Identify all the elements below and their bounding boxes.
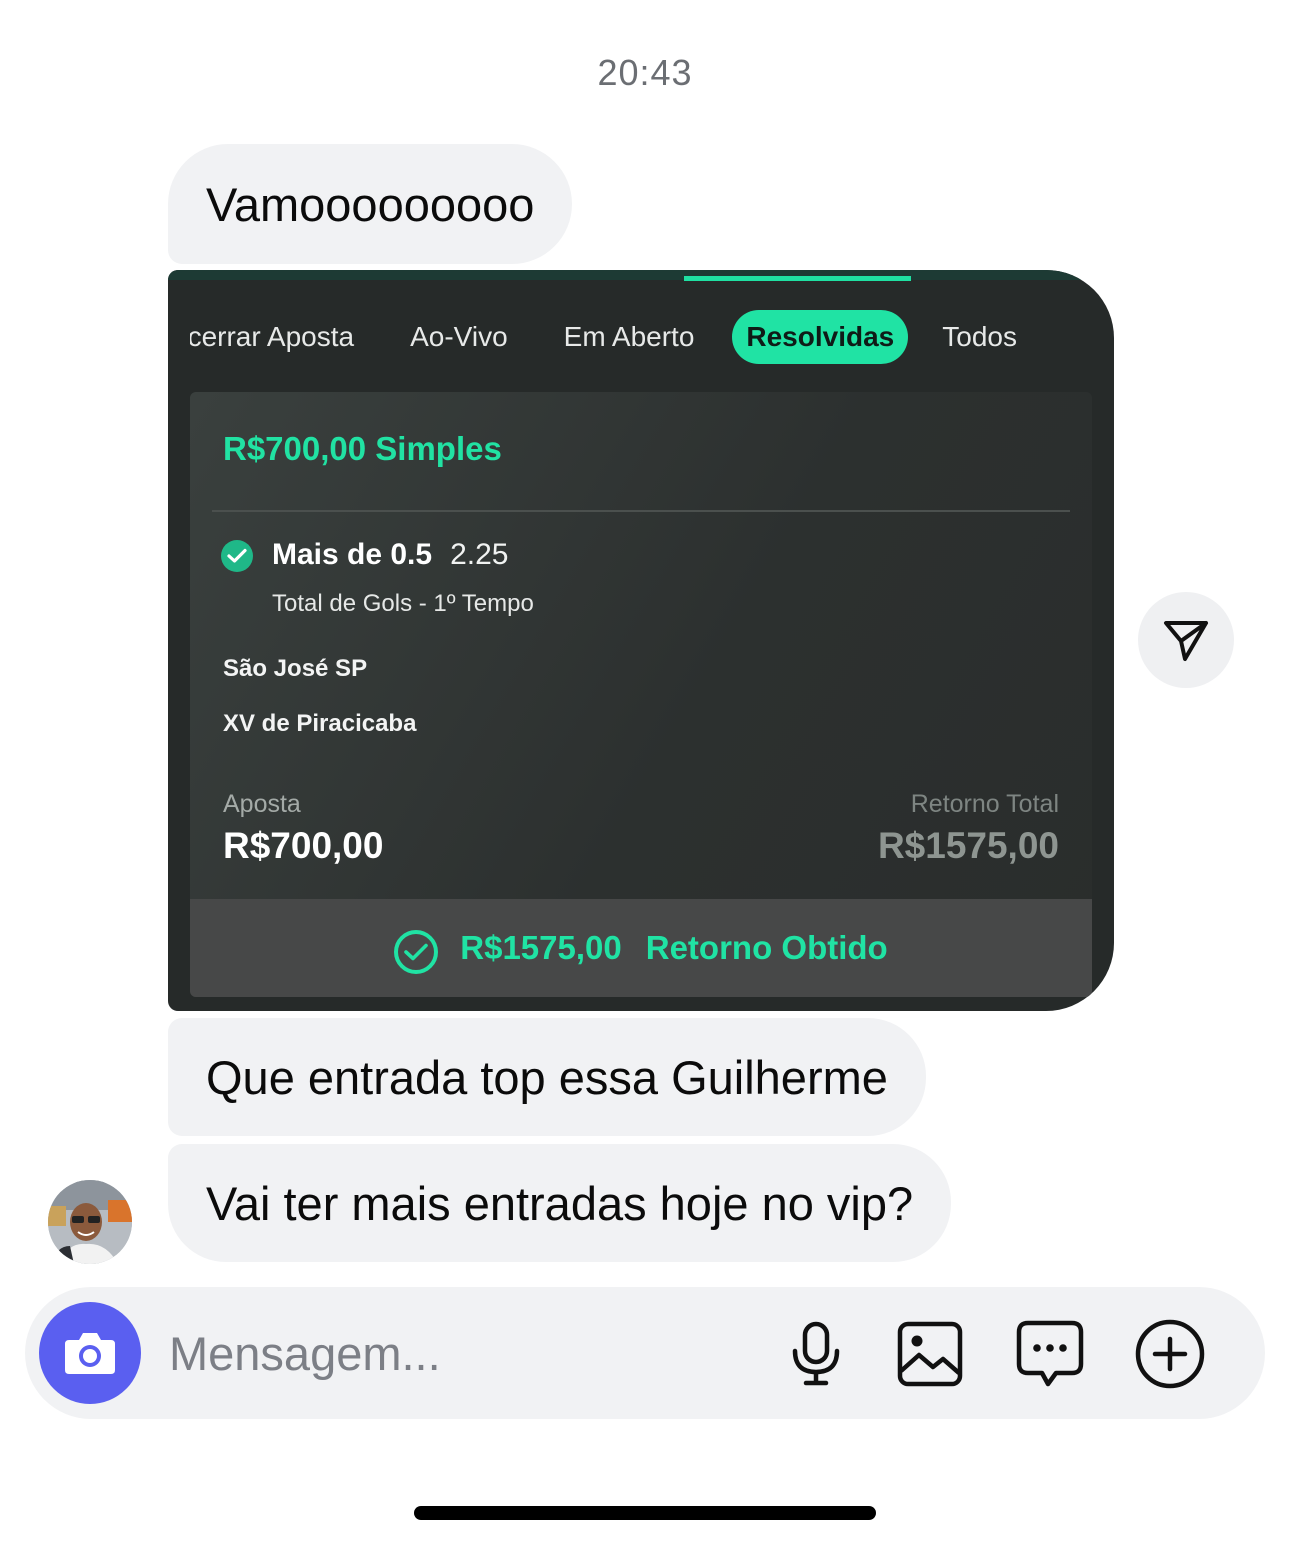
sticker-icon xyxy=(1016,1320,1084,1387)
message-bubble[interactable]: Vamooooooooo xyxy=(168,144,573,264)
message-bubble[interactable]: Vai ter mais entradas hoje no vip? xyxy=(168,1144,952,1262)
result-bar: R$1575,00 Retorno Obtido xyxy=(190,899,1092,997)
tab-encerrar-aposta: ncerrar Aposta xyxy=(190,321,355,352)
team-home: São José SP xyxy=(223,655,368,682)
stake-label: Aposta xyxy=(223,790,301,818)
tab-ao-vivo: Ao-Vivo xyxy=(410,321,508,352)
share-button[interactable] xyxy=(1138,592,1234,688)
microphone-button[interactable] xyxy=(781,1319,851,1389)
plus-icon xyxy=(1135,1319,1205,1389)
home-indicator[interactable] xyxy=(414,1506,876,1520)
bet-card: R$700,00 Simples Mais de 0.5 2.25 Total d… xyxy=(190,392,1092,997)
tab-todos: Todos xyxy=(942,321,1017,352)
result-amount: R$1575,00 xyxy=(460,929,622,966)
message-timestamp: 20:43 xyxy=(597,52,693,93)
image-icon xyxy=(897,1321,963,1387)
paper-plane-icon xyxy=(1164,621,1208,661)
return-value: R$1575,00 xyxy=(877,825,1059,866)
camera-icon xyxy=(65,1333,115,1374)
screenshot-top-bar xyxy=(168,270,1114,280)
selection-name: Mais de 0.5 xyxy=(272,538,433,571)
message-text: Vai ter mais entradas hoje no vip? xyxy=(206,1176,914,1230)
check-icon xyxy=(221,540,253,572)
message-text: Que entrada top essa Guilherme xyxy=(206,1050,888,1104)
bet-selection: Mais de 0.5 2.25 xyxy=(272,538,508,572)
message-text: Vamooooooooo xyxy=(206,177,535,231)
stake-value: R$700,00 xyxy=(223,825,384,866)
avatar[interactable] xyxy=(48,1180,132,1264)
message-input[interactable] xyxy=(169,1317,729,1389)
more-button[interactable] xyxy=(1135,1319,1205,1389)
message-composer xyxy=(25,1287,1265,1419)
sticker-button[interactable] xyxy=(1015,1319,1085,1389)
return-label: Retorno Total xyxy=(910,790,1059,818)
bet-stake-title: R$700,00 Simples xyxy=(223,430,502,467)
check-circle-icon xyxy=(394,930,439,974)
team-away: XV de Piracicaba xyxy=(223,710,417,737)
microphone-icon xyxy=(792,1321,840,1386)
tab-resolvidas: Resolvidas xyxy=(732,310,909,364)
tab-indicator xyxy=(684,276,911,281)
camera-button[interactable] xyxy=(39,1302,141,1404)
message-bubble[interactable]: Que entrada top essa Guilherme xyxy=(168,1018,926,1136)
shared-bet-screenshot[interactable]: ncerrar Aposta Ao-Vivo Em Aberto Resolvi… xyxy=(168,270,1114,1011)
result-label: Retorno Obtido xyxy=(645,929,888,966)
bet-tabs: ncerrar Aposta Ao-Vivo Em Aberto Resolvi… xyxy=(190,308,1114,366)
bet-market: Total de Gols - 1º Tempo xyxy=(272,590,534,617)
tab-em-aberto: Em Aberto xyxy=(563,321,695,352)
divider xyxy=(212,510,1070,512)
selection-odds: 2.25 xyxy=(450,538,509,571)
gallery-button[interactable] xyxy=(895,1319,965,1389)
